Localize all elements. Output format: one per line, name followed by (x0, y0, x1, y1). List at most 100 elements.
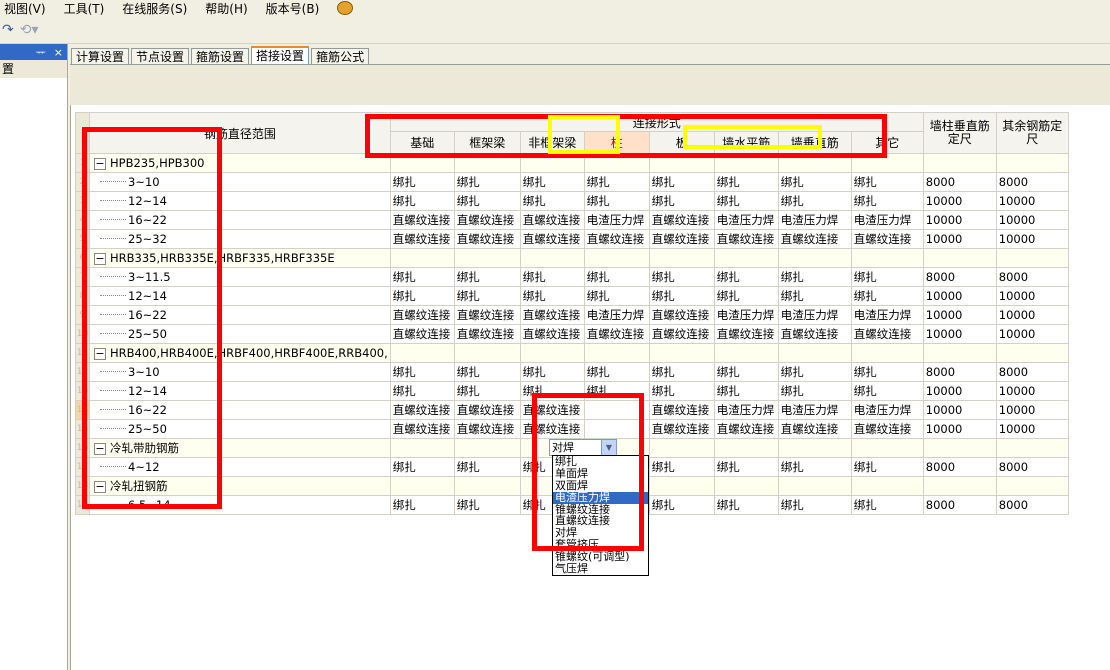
connection-cell[interactable]: 直螺纹连接 (648, 419, 715, 439)
connection-cell[interactable]: 直螺纹连接 (850, 324, 924, 344)
undo-dropdown-icon[interactable]: ⟲▾ (20, 22, 39, 38)
group-empty-cell[interactable] (453, 343, 521, 363)
group-empty-cell[interactable] (713, 476, 779, 496)
group-empty-cell[interactable] (850, 476, 924, 496)
connection-cell[interactable]: 直螺纹连接 (389, 419, 455, 439)
range-cell[interactable]: 12~14 (89, 191, 391, 211)
group-empty-cell[interactable] (713, 343, 779, 363)
connection-cell[interactable]: 绑扎 (850, 381, 924, 401)
group-label-cell[interactable]: − HRB400,HRB400E,HRBF400,HRBF400E,RRB400, (89, 343, 391, 363)
pin-icon[interactable]: ᅲ (36, 44, 46, 60)
wall-fixed-length-cell[interactable]: 8000 (922, 495, 997, 515)
group-row[interactable]: 6− HRB335,HRB335E,HRBF335,HRBF335E (75, 248, 1069, 268)
connection-cell[interactable]: 绑扎 (713, 381, 779, 401)
table-row[interactable]: 12 3~10 绑扎 绑扎 绑扎 绑扎 绑扎 绑扎 绑扎 绑扎 8000 8000 (75, 362, 1069, 382)
connection-cell[interactable]: 绑扎 (713, 267, 779, 287)
connection-cell[interactable]: 绑扎 (453, 362, 521, 382)
connection-cell[interactable]: 绑扎 (453, 267, 521, 287)
wall-fixed-length-cell[interactable]: 10000 (922, 305, 997, 325)
group-empty-cell[interactable] (453, 438, 521, 458)
group-empty-cell[interactable] (389, 438, 455, 458)
group-empty-cell[interactable] (777, 248, 852, 268)
connection-cell[interactable]: 绑扎 (453, 381, 521, 401)
group-empty-cell[interactable] (389, 153, 455, 173)
connection-cell[interactable]: 绑扎 (850, 267, 924, 287)
other-fixed-length-cell[interactable]: 10000 (995, 400, 1069, 420)
connection-cell[interactable]: 直螺纹连接 (648, 324, 715, 344)
connection-cell[interactable]: 绑扎 (850, 362, 924, 382)
other-fixed-length-cell[interactable]: 8000 (995, 267, 1069, 287)
connection-cell[interactable]: 绑扎 (648, 267, 715, 287)
connection-cell[interactable]: 电渣压力焊 (777, 210, 852, 230)
wall-fixed-length-cell[interactable]: 10000 (922, 210, 997, 230)
range-cell[interactable]: 16~22 (89, 305, 391, 325)
connection-cell[interactable]: 直螺纹连接 (777, 229, 852, 249)
connection-cell[interactable]: 绑扎 (583, 172, 650, 192)
range-cell[interactable]: 25~32 (89, 229, 391, 249)
connection-options-list[interactable]: 绑扎 单面焊 双面焊 电渣压力焊 锥螺纹连接 直螺纹连接 对焊 套管挤压 锥螺纹… (552, 455, 649, 576)
connection-cell[interactable]: 直螺纹连接 (453, 229, 521, 249)
group-label-cell[interactable]: − 冷轧带肋钢筋 (89, 438, 391, 458)
tab-calc-settings[interactable]: 计算设置 (71, 48, 130, 65)
wall-fixed-length-cell[interactable]: 10000 (922, 229, 997, 249)
other-fixed-length-cell[interactable]: 10000 (995, 229, 1069, 249)
connection-cell[interactable]: 绑扎 (648, 495, 715, 515)
other-fixed-length-cell[interactable]: 8000 (995, 172, 1069, 192)
connection-cell[interactable]: 直螺纹连接 (777, 419, 852, 439)
connection-cell[interactable]: 直螺纹连接 (648, 229, 715, 249)
wall-fixed-length-cell[interactable]: 8000 (922, 457, 997, 477)
group-empty-cell[interactable] (519, 343, 585, 363)
connection-cell[interactable]: 直螺纹连接 (389, 400, 455, 420)
tab-stirrup-formula[interactable]: 箍筋公式 (311, 48, 370, 65)
group-empty-cell[interactable] (995, 153, 1069, 173)
connection-cell[interactable]: 绑扎 (713, 457, 779, 477)
close-icon[interactable]: × (54, 46, 63, 59)
range-cell[interactable]: 12~14 (89, 381, 391, 401)
connection-cell[interactable]: 电渣压力焊 (850, 400, 924, 420)
group-empty-cell[interactable] (648, 476, 715, 496)
other-fixed-length-cell[interactable]: 10000 (995, 381, 1069, 401)
connection-cell[interactable]: 直螺纹连接 (453, 419, 521, 439)
range-cell[interactable]: 6.5~14 (89, 495, 391, 515)
connection-cell[interactable]: 直螺纹连接 (519, 229, 585, 249)
table-row[interactable]: 15 25~50 直螺纹连接 直螺纹连接 直螺纹连接 直螺纹连接 直螺纹连接 直螺纹连接 直螺纹… (75, 419, 1069, 439)
range-cell[interactable]: 3~10 (89, 172, 391, 192)
connection-cell[interactable]: 直螺纹连接 (713, 324, 779, 344)
connection-cell[interactable]: 绑扎 (713, 172, 779, 192)
wall-fixed-length-cell[interactable]: 8000 (922, 267, 997, 287)
group-empty-cell[interactable] (922, 248, 997, 268)
connection-cell[interactable]: 绑扎 (648, 172, 715, 192)
group-empty-cell[interactable] (922, 476, 997, 496)
range-cell[interactable]: 3~11.5 (89, 267, 391, 287)
connection-cell[interactable]: 绑扎 (777, 172, 852, 192)
group-empty-cell[interactable] (583, 343, 650, 363)
connection-cell[interactable]: 绑扎 (519, 267, 585, 287)
mascot-icon[interactable] (337, 1, 354, 15)
option-electroslag-weld[interactable]: 电渣压力焊 (553, 491, 648, 504)
group-empty-cell[interactable] (713, 248, 779, 268)
connection-cell[interactable]: 绑扎 (519, 381, 585, 401)
group-row[interactable]: 1− HPB235,HPB300 (75, 153, 1069, 173)
group-empty-cell[interactable] (922, 343, 997, 363)
connection-cell[interactable]: 直螺纹连接 (583, 324, 650, 344)
wall-fixed-length-cell[interactable]: 10000 (922, 381, 997, 401)
connection-cell[interactable]: 电渣压力焊 (850, 305, 924, 325)
other-fixed-length-cell[interactable]: 10000 (995, 210, 1069, 230)
connection-cell[interactable]: 绑扎 (583, 286, 650, 306)
connection-cell[interactable]: 绑扎 (850, 172, 924, 192)
range-cell[interactable]: 16~22 (89, 210, 391, 230)
connection-cell[interactable]: 绑扎 (389, 495, 455, 515)
connection-cell[interactable]: 电渣压力焊 (850, 210, 924, 230)
tab-node-settings[interactable]: 节点设置 (131, 48, 190, 65)
connection-cell[interactable]: 电渣压力焊 (713, 305, 779, 325)
tab-stirrup-settings[interactable]: 箍筋设置 (191, 48, 250, 65)
connection-cell[interactable]: 绑扎 (453, 286, 521, 306)
other-fixed-length-cell[interactable]: 8000 (995, 495, 1069, 515)
collapse-icon[interactable]: − (94, 480, 106, 493)
group-label-cell[interactable]: − HPB235,HPB300 (89, 153, 391, 173)
connection-cell[interactable]: 绑扎 (453, 191, 521, 211)
connection-cell[interactable]: 直螺纹连接 (583, 229, 650, 249)
connection-cell[interactable]: 绑扎 (519, 286, 585, 306)
wall-fixed-length-cell[interactable]: 10000 (922, 324, 997, 344)
connection-cell[interactable]: 直螺纹连接 (453, 400, 521, 420)
